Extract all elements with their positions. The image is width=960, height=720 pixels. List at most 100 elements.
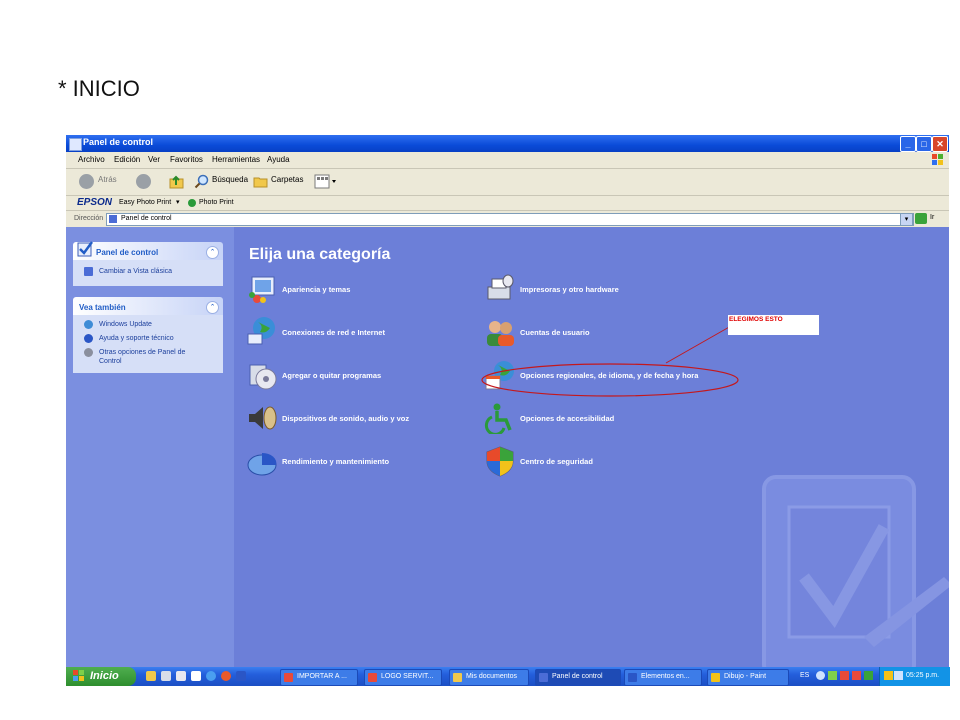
quick-launch-folder-icon[interactable]	[146, 671, 156, 681]
back-button[interactable]: Atrás	[98, 175, 117, 184]
category-user-accounts[interactable]: Cuentas de usuario	[484, 316, 724, 348]
speaker-icon	[249, 406, 277, 430]
menu-ayuda[interactable]: Ayuda	[267, 155, 290, 164]
category-label: Centro de seguridad	[520, 457, 593, 466]
category-sound[interactable]: Dispositivos de sonido, audio y voz	[246, 402, 486, 434]
folder-up-icon[interactable]	[169, 174, 184, 189]
task-importar[interactable]: IMPORTAR A ...	[280, 669, 358, 686]
category-regional-options[interactable]: Opciones regionales, de idioma, y de fec…	[484, 359, 784, 391]
regional-options-icon	[485, 361, 514, 390]
control-panel-window: Panel de control _ □ ✕ Archivo Edición V…	[66, 135, 949, 686]
task-panel-de-control[interactable]: Panel de control	[535, 669, 621, 686]
tray-shield-icon[interactable]	[852, 671, 861, 680]
control-panel-watermark-icon	[762, 475, 949, 679]
collapse-icon[interactable]: ⌃	[206, 246, 219, 259]
tray-network-icon[interactable]	[864, 671, 873, 680]
task-label: Dibujo - Paint	[724, 673, 767, 680]
category-label: Opciones regionales, de idioma, y de fec…	[520, 371, 699, 380]
quick-launch-ie-icon[interactable]	[206, 671, 216, 681]
folders-button[interactable]: Carpetas	[271, 175, 303, 184]
search-button[interactable]: Búsqueda	[212, 175, 248, 184]
quick-launch-desktop-icon[interactable]	[161, 671, 171, 681]
task-icon	[368, 673, 377, 682]
quick-launch-chrome-icon[interactable]	[221, 671, 231, 681]
taskbar: Inicio IMPORTAR A ... LOGO SERVIT... Mis…	[66, 667, 950, 686]
classic-view-link[interactable]: Cambiar a Vista clásica	[99, 267, 172, 276]
category-printers[interactable]: Impresoras y otro hardware	[484, 273, 724, 305]
control-panel-check-icon	[77, 241, 94, 257]
title-bar[interactable]: Panel de control _ □ ✕	[66, 135, 949, 152]
easy-photo-print-button[interactable]: Easy Photo Print	[119, 199, 171, 206]
address-bar: Dirección Panel de control ▾ Ir	[66, 211, 949, 228]
tray-arrow-icon[interactable]	[816, 671, 825, 680]
start-button[interactable]: Inicio	[66, 667, 136, 686]
quick-launch-app-icon[interactable]	[176, 671, 186, 681]
category-security-center[interactable]: Centro de seguridad	[484, 445, 724, 477]
category-performance[interactable]: Rendimiento y mantenimiento	[246, 445, 486, 477]
category-label: Cuentas de usuario	[520, 328, 590, 337]
menu-edicion[interactable]: Edición	[114, 155, 140, 164]
dropdown-arrow-icon[interactable]: ▾	[176, 198, 180, 206]
other-options-link-line2[interactable]: Control	[99, 357, 122, 366]
category-view: Elija una categoría Apariencia y temas C…	[234, 227, 949, 686]
back-arrow-icon[interactable]	[79, 174, 94, 189]
task-logo-servit[interactable]: LOGO SERVIT...	[364, 669, 442, 686]
task-label: Elementos en...	[641, 673, 690, 680]
views-icon[interactable]	[314, 174, 338, 189]
quick-launch-abc-icon[interactable]	[191, 671, 201, 681]
category-accessibility[interactable]: Opciones de accesibilidad	[484, 402, 724, 434]
category-add-remove-programs[interactable]: Agregar o quitar programas	[246, 359, 486, 391]
slide-title: * INICIO	[58, 76, 140, 101]
windows-logo-icon	[932, 154, 943, 165]
category-appearance[interactable]: Apariencia y temas	[246, 273, 486, 305]
page-heading: Elija una categoría	[249, 246, 391, 263]
address-dropdown-icon[interactable]: ▾	[900, 213, 913, 226]
performance-icon	[247, 452, 277, 476]
see-also-box-header[interactable]: Vea también ⌃	[73, 297, 223, 315]
photo-print-button[interactable]: Photo Print	[199, 199, 234, 206]
tray-antivirus-icon[interactable]	[840, 671, 849, 680]
menu-favoritos[interactable]: Favoritos	[170, 155, 203, 164]
photo-print-icon	[188, 199, 196, 207]
other-options-link[interactable]: Otras opciones de Panel de	[99, 348, 185, 357]
folders-icon[interactable]	[253, 174, 268, 189]
menu-ver[interactable]: Ver	[148, 155, 160, 164]
help-support-link[interactable]: Ayuda y soporte técnico	[99, 334, 174, 343]
language-indicator[interactable]: ES	[800, 672, 809, 679]
menu-archivo[interactable]: Archivo	[78, 155, 105, 164]
minimize-button[interactable]: _	[900, 136, 916, 152]
collapse-icon[interactable]: ⌃	[206, 301, 219, 314]
tray-connection-icon[interactable]	[894, 671, 903, 680]
task-label: IMPORTAR A ...	[297, 673, 347, 680]
address-value: Panel de control	[121, 215, 172, 222]
epson-logo: EPSON	[77, 197, 113, 208]
windows-update-link[interactable]: Windows Update	[99, 320, 152, 329]
control-panel-box-header[interactable]: Panel de control ⌃	[73, 241, 223, 260]
task-label: Mis documentos	[466, 673, 517, 680]
category-network[interactable]: Conexiones de red e Internet	[246, 316, 486, 348]
category-label: Conexiones de red e Internet	[282, 328, 385, 337]
menu-bar: Archivo Edición Ver Favoritos Herramient…	[66, 152, 949, 169]
quick-launch-word-icon[interactable]	[236, 671, 246, 681]
help-icon	[84, 334, 93, 343]
task-icon	[539, 673, 548, 682]
task-elementos[interactable]: Elementos en...	[624, 669, 702, 686]
close-button[interactable]: ✕	[932, 136, 948, 152]
task-mis-documentos[interactable]: Mis documentos	[449, 669, 529, 686]
tray-volume-icon[interactable]	[884, 671, 893, 680]
task-label: LOGO SERVIT...	[381, 673, 434, 680]
window-title: Panel de control	[83, 137, 154, 147]
forward-arrow-icon[interactable]	[136, 174, 151, 189]
search-icon[interactable]	[194, 174, 209, 189]
see-also-box: Vea también ⌃ Windows Update Ayuda y sop…	[73, 297, 223, 373]
go-arrow-icon[interactable]	[915, 213, 927, 224]
standard-toolbar: Atrás Búsqueda Carpetas	[66, 169, 949, 196]
menu-herramientas[interactable]: Herramientas	[212, 155, 260, 164]
maximize-button[interactable]: □	[916, 136, 932, 152]
address-input[interactable]: Panel de control	[106, 213, 914, 226]
go-button[interactable]: Ir	[930, 214, 934, 221]
task-dibujo-paint[interactable]: Dibujo - Paint	[707, 669, 789, 686]
control-panel-box: Panel de control ⌃ Cambiar a Vista clási…	[73, 241, 223, 286]
control-panel-icon	[69, 138, 82, 151]
tray-app-icon[interactable]	[828, 671, 837, 680]
